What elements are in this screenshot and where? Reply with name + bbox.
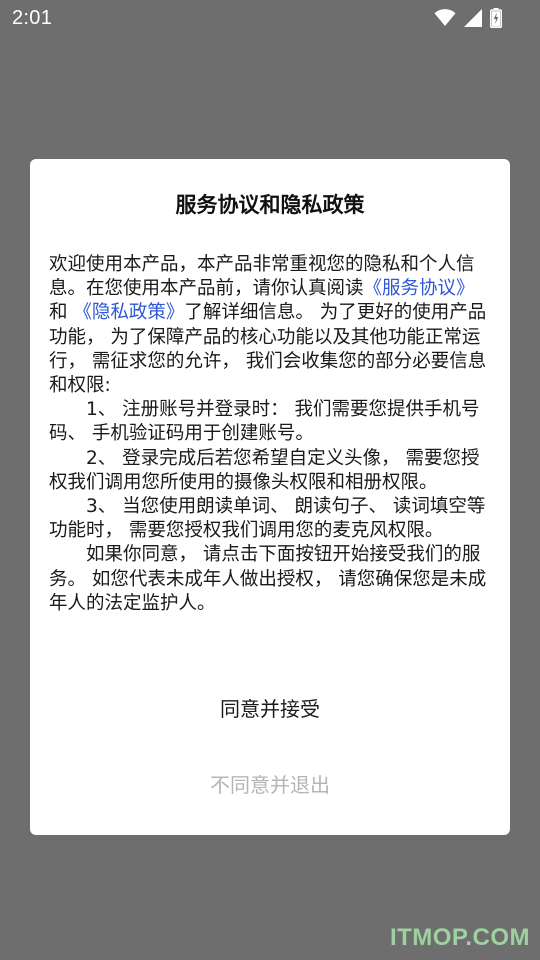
permission-item-account: 1、 注册账号并登录时： 我们需要您提供手机号码、 手机验证码用于创建账号。 (49, 399, 480, 445)
privacy-dialog: 服务协议和隐私政策 欢迎使用本产品，本产品非常重视您的隐私和个人信息。在您使用本… (30, 159, 510, 835)
status-time: 2:01 (12, 7, 53, 29)
wifi-icon (434, 9, 456, 27)
disagree-exit-button[interactable]: 不同意并退出 (30, 765, 510, 805)
watermark-text: ITMOP.COM (389, 924, 530, 951)
status-bar: 2:01 (0, 0, 540, 36)
dialog-title: 服务协议和隐私政策 (175, 193, 365, 217)
intro-and-text: 和 (49, 302, 74, 324)
closing-paragraph: 如果你同意， 请点击下面按钮开始接受我们的服务。 如您代表未成年人做出授权， 请… (49, 544, 487, 614)
status-icons (434, 7, 502, 29)
privacy-policy-link[interactable]: 《隐私政策》 (73, 302, 184, 323)
battery-charging-icon (490, 8, 502, 28)
permission-item-camera: 2、 登录完成后若您希望自定义头像， 需要您授权我们调用您所使用的摄像头权限和相… (49, 447, 480, 493)
service-agreement-link[interactable]: 《服务协议》 (364, 278, 475, 299)
cellular-signal-icon (464, 9, 482, 27)
permission-item-microphone: 3、 当您使用朗读单词、 朗读句子、 读词填空等功能时， 需要您授权我们调用您的… (49, 496, 486, 542)
dialog-body: 欢迎使用本产品，本产品非常重视您的隐私和个人信息。在您使用本产品前，请你认真阅读… (49, 253, 493, 616)
agree-button[interactable]: 同意并接受 (30, 689, 510, 729)
intro-paragraph: 欢迎使用本产品，本产品非常重视您的隐私和个人信息。在您使用本产品前，请你认真阅读… (49, 253, 493, 398)
